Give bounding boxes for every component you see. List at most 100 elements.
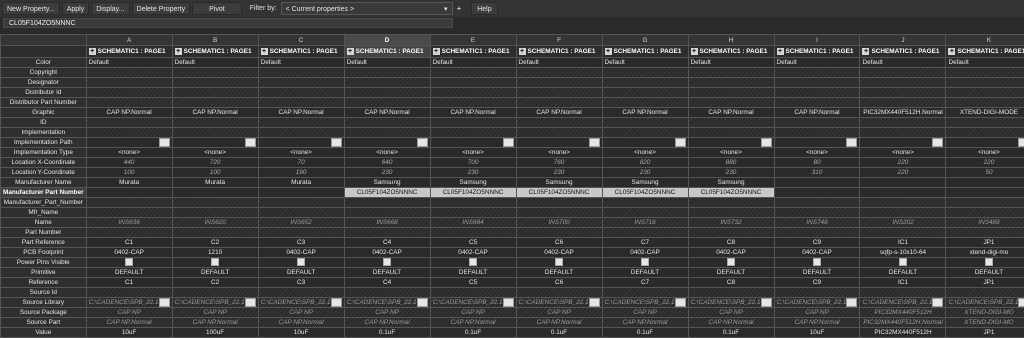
grid-cell[interactable] bbox=[257, 67, 345, 78]
grid-cell[interactable] bbox=[859, 197, 947, 208]
grid-cell[interactable]: 0402-CAP bbox=[429, 247, 517, 258]
grid-cell[interactable] bbox=[859, 227, 947, 238]
grid-cell[interactable]: CAP NP.Normal bbox=[85, 107, 173, 118]
grid-cell[interactable]: DEFAULT bbox=[257, 267, 345, 278]
column-header[interactable]: + SCHEMATIC1 : PAGE1 bbox=[515, 45, 603, 58]
column-letter-b[interactable]: B bbox=[171, 34, 259, 46]
grid-cell[interactable]: Default bbox=[945, 57, 1024, 68]
grid-cell[interactable]: CL05F104ZO5NNNC bbox=[343, 187, 431, 198]
grid-cell[interactable] bbox=[429, 117, 517, 128]
grid-cell[interactable] bbox=[85, 287, 173, 298]
grid-cell[interactable] bbox=[773, 67, 861, 78]
grid-cell[interactable] bbox=[687, 87, 775, 98]
grid-cell[interactable] bbox=[85, 207, 173, 218]
browse-button[interactable] bbox=[416, 298, 428, 307]
display-button[interactable]: Display... bbox=[91, 2, 130, 15]
grid-cell[interactable] bbox=[343, 257, 431, 268]
grid-cell[interactable]: 0402-CAP bbox=[343, 247, 431, 258]
row-label[interactable]: Implementation Path bbox=[0, 137, 87, 148]
grid-cell[interactable] bbox=[515, 117, 603, 128]
grid-cell[interactable] bbox=[687, 117, 775, 128]
grid-cell[interactable] bbox=[85, 77, 173, 88]
grid-cell[interactable]: CAP NP.Normal bbox=[171, 107, 259, 118]
grid-cell[interactable] bbox=[429, 67, 517, 78]
grid-cell[interactable] bbox=[687, 97, 775, 108]
row-label[interactable]: Mfr_Name bbox=[0, 207, 87, 218]
grid-cell[interactable]: 1210 bbox=[171, 247, 259, 258]
grid-cell[interactable]: CL05F104ZO5NNNC bbox=[687, 187, 775, 198]
grid-cell[interactable] bbox=[171, 117, 259, 128]
grid-cell[interactable]: IC1 bbox=[859, 237, 947, 248]
browse-button[interactable] bbox=[244, 298, 256, 307]
browse-button[interactable] bbox=[674, 138, 686, 147]
grid-cell[interactable]: CAP NP bbox=[601, 307, 689, 318]
grid-cell[interactable]: CAP NP.Normal bbox=[85, 317, 173, 328]
grid-cell[interactable] bbox=[945, 117, 1024, 128]
grid-cell[interactable] bbox=[601, 77, 689, 88]
grid-cell[interactable] bbox=[429, 197, 517, 208]
grid-cell[interactable]: CAP NP bbox=[773, 307, 861, 318]
browse-button[interactable] bbox=[760, 138, 772, 147]
grid-cell[interactable] bbox=[601, 207, 689, 218]
grid-cell[interactable] bbox=[945, 227, 1024, 238]
column-letter-g[interactable]: G bbox=[601, 34, 689, 46]
grid-cell[interactable] bbox=[343, 67, 431, 78]
grid-cell[interactable]: C1 bbox=[85, 277, 173, 288]
expand-icon[interactable]: + bbox=[346, 47, 354, 55]
browse-button[interactable] bbox=[158, 298, 170, 307]
grid-cell[interactable]: 0.1uF bbox=[515, 327, 603, 338]
grid-cell[interactable] bbox=[945, 137, 1024, 148]
grid-cell[interactable] bbox=[343, 227, 431, 238]
browse-button[interactable] bbox=[330, 298, 342, 307]
grid-cell[interactable]: JP1 bbox=[945, 237, 1024, 248]
grid-cell[interactable] bbox=[171, 97, 259, 108]
grid-cell[interactable] bbox=[859, 187, 947, 198]
column-letter-c[interactable]: C bbox=[257, 34, 345, 46]
grid-cell[interactable]: CAP NP.Normal bbox=[687, 317, 775, 328]
grid-cell[interactable]: CAP NP bbox=[515, 307, 603, 318]
grid-cell[interactable]: CAP NP.Normal bbox=[515, 317, 603, 328]
browse-button[interactable] bbox=[416, 138, 428, 147]
grid-cell[interactable]: 0402-CAP bbox=[687, 247, 775, 258]
grid-cell[interactable] bbox=[601, 87, 689, 98]
grid-cell[interactable] bbox=[687, 67, 775, 78]
grid-cell[interactable]: C6 bbox=[515, 277, 603, 288]
grid-cell[interactable]: DEFAULT bbox=[85, 267, 173, 278]
row-label[interactable]: Reference bbox=[0, 277, 87, 288]
column-header[interactable]: + SCHEMATIC1 : PAGE1 bbox=[859, 45, 947, 58]
grid-cell[interactable] bbox=[257, 257, 345, 268]
grid-cell[interactable]: PIC32MX440F512H bbox=[859, 327, 947, 338]
grid-cell[interactable]: C:\CADENCE\SPB_22.1 bbox=[171, 297, 259, 308]
grid-cell[interactable]: CAP NP bbox=[171, 307, 259, 318]
grid-cell[interactable]: <none> bbox=[257, 147, 345, 158]
grid-cell[interactable]: XTEND-DIGI-MO bbox=[945, 317, 1024, 328]
grid-cell[interactable] bbox=[429, 137, 517, 148]
grid-cell[interactable]: C:\CADENCE\SPB_22.1 bbox=[601, 297, 689, 308]
row-label[interactable]: Value bbox=[0, 327, 87, 338]
grid-cell[interactable]: DEFAULT bbox=[343, 267, 431, 278]
browse-button[interactable] bbox=[244, 138, 256, 147]
grid-cell[interactable] bbox=[171, 257, 259, 268]
column-letter-i[interactable]: I bbox=[773, 34, 861, 46]
grid-cell[interactable]: 0402-CAP bbox=[257, 247, 345, 258]
grid-cell[interactable]: DEFAULT bbox=[945, 267, 1024, 278]
column-letter-e[interactable]: E bbox=[429, 34, 517, 46]
grid-cell[interactable]: C3 bbox=[257, 237, 345, 248]
grid-cell[interactable]: C7 bbox=[601, 277, 689, 288]
grid-cell[interactable]: INS636 bbox=[85, 217, 173, 228]
grid-cell[interactable] bbox=[773, 87, 861, 98]
checkbox[interactable] bbox=[555, 258, 564, 267]
grid-cell[interactable]: CL05F104ZO5NNNC bbox=[515, 187, 603, 198]
grid-cell[interactable]: Samsung bbox=[601, 177, 689, 188]
grid-cell[interactable] bbox=[257, 197, 345, 208]
grid-cell[interactable] bbox=[85, 97, 173, 108]
row-label[interactable]: Name bbox=[0, 217, 87, 228]
column-header[interactable]: + SCHEMATIC1 : PAGE1 bbox=[687, 45, 775, 58]
grid-cell[interactable] bbox=[429, 257, 517, 268]
grid-cell[interactable] bbox=[687, 127, 775, 138]
grid-cell[interactable]: <none> bbox=[515, 147, 603, 158]
grid-cell[interactable] bbox=[945, 127, 1024, 138]
grid-cell[interactable] bbox=[859, 257, 947, 268]
delete-property-button[interactable]: Delete Property bbox=[131, 2, 191, 15]
grid-cell[interactable]: 720 bbox=[171, 157, 259, 168]
